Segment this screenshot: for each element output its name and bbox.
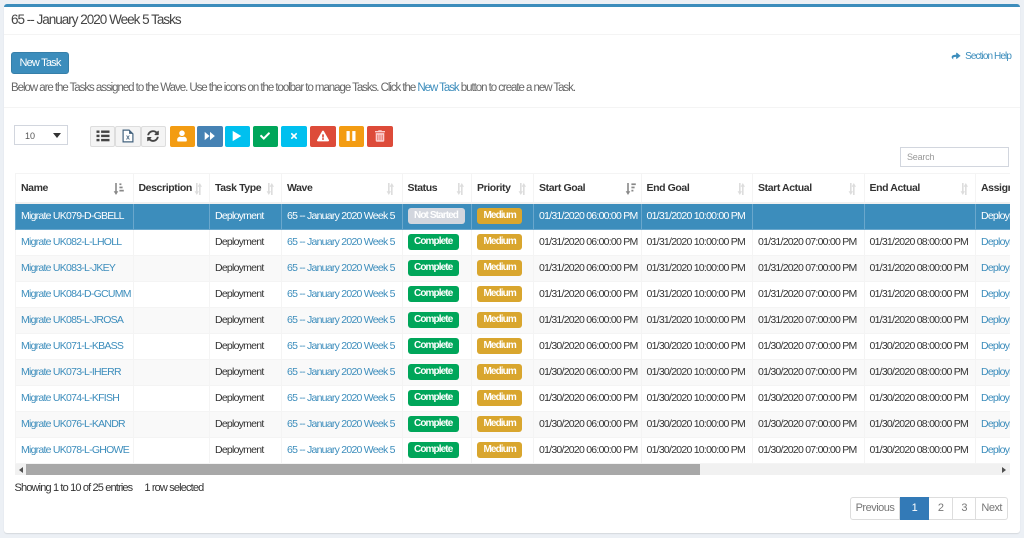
svg-text:x: x [126, 135, 130, 142]
